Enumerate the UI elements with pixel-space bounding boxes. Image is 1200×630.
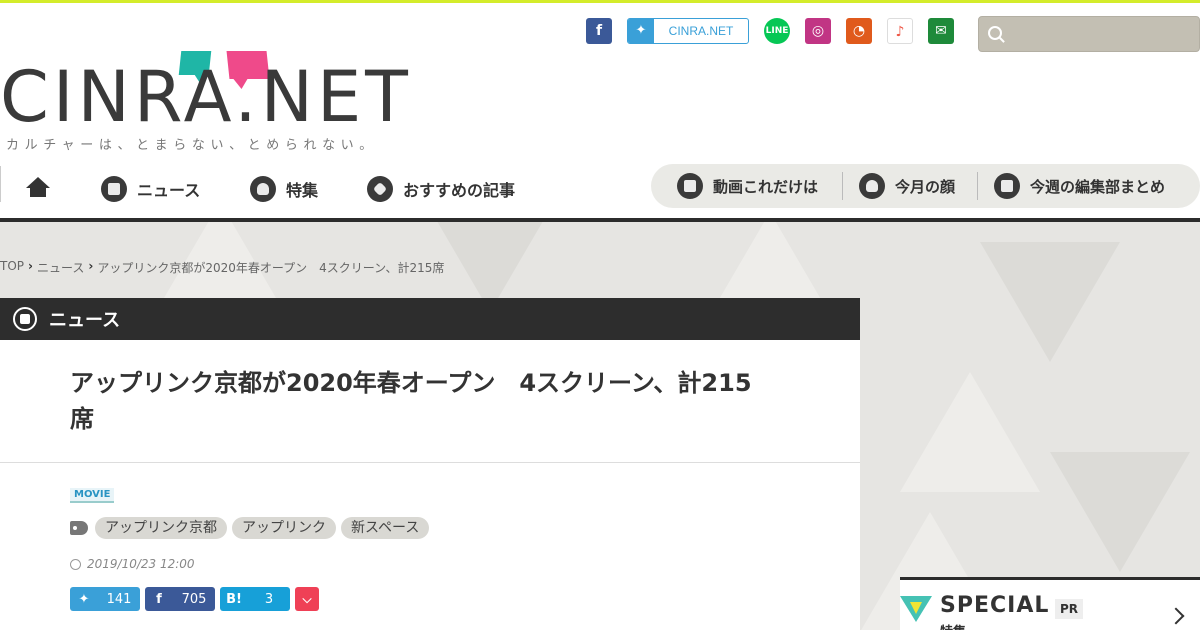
tag-item[interactable]: アップリンク xyxy=(232,517,336,539)
twitter-icon: ✦ xyxy=(78,591,90,607)
play-icon xyxy=(677,173,703,199)
nav-divider xyxy=(0,166,1,202)
news-icon xyxy=(101,176,127,202)
share-count: 3 xyxy=(264,591,274,607)
line-icon[interactable]: LINE xyxy=(764,18,790,44)
breadcrumb-top[interactable]: TOP xyxy=(0,259,24,276)
nav-item-label: おすすめの記事 xyxy=(403,181,516,200)
tag-item[interactable]: 新スペース xyxy=(341,517,430,539)
pill-divider xyxy=(977,172,978,200)
chevron-right-icon[interactable] xyxy=(1167,607,1185,625)
publish-date: 2019/10/23 12:00 xyxy=(70,557,195,571)
tag-list: アップリンク京都 アップリンク 新スペース xyxy=(70,517,434,539)
pocket-share-button[interactable]: ⌵ xyxy=(295,587,319,611)
search-icon[interactable] xyxy=(988,26,1002,40)
article-container: ニュース アップリンク京都が2020年春オープン 4スクリーン、計215席 MO… xyxy=(0,298,860,630)
pencil-icon xyxy=(994,173,1020,199)
instagram-icon[interactable]: ◎ xyxy=(805,18,831,44)
breadcrumb-current: アップリンク京都が2020年春オープン 4スクリーン、計215席 xyxy=(97,261,445,275)
nav-home[interactable] xyxy=(26,163,50,215)
nav-item-label: 特集 xyxy=(286,181,319,200)
site-tagline: カルチャーは、とまらない、とめられない。 xyxy=(6,138,378,153)
clock-icon xyxy=(70,558,81,570)
pill-item-monthly-face[interactable]: 今月の顔 xyxy=(859,164,955,208)
twitter-share-button[interactable]: ✦ 141 xyxy=(70,587,140,611)
chevron-right-icon: › xyxy=(28,259,33,273)
pr-badge: PR xyxy=(1055,599,1084,619)
recommend-icon xyxy=(367,176,393,202)
pill-item-videos[interactable]: 動画これだけは xyxy=(677,164,818,208)
special-subtitle: 特集 xyxy=(940,621,966,630)
twitter-follow-label: CINRA.NET xyxy=(668,24,734,38)
bg-triangle xyxy=(1050,452,1190,572)
bg-triangle xyxy=(980,242,1120,362)
news-icon xyxy=(13,307,37,331)
logo-text: CINRA.NET xyxy=(0,56,412,138)
pocket-icon: ⌵ xyxy=(302,591,312,606)
facebook-icon: f xyxy=(156,591,162,607)
divider xyxy=(0,462,860,463)
section-label: ニュース xyxy=(49,310,121,331)
facebook-icon[interactable]: f xyxy=(586,18,612,44)
category-badge[interactable]: MOVIE xyxy=(70,488,115,503)
share-count: 141 xyxy=(106,591,132,607)
home-icon xyxy=(26,177,50,201)
special-title: SPECIAL xyxy=(940,593,1050,618)
tag-item[interactable]: アップリンク京都 xyxy=(95,517,227,539)
mail-icon[interactable]: ✉ xyxy=(928,18,954,44)
nav-item-recommended[interactable]: おすすめの記事 xyxy=(367,163,515,215)
date-text: 2019/10/23 12:00 xyxy=(87,557,195,571)
article-title: アップリンク京都が2020年春オープン 4スクリーン、計215席 xyxy=(70,369,752,433)
hatena-icon: B! xyxy=(226,591,242,607)
nav-item-label: ニュース xyxy=(137,181,201,200)
rss-icon[interactable]: ◔ xyxy=(846,18,872,44)
hatena-share-button[interactable]: B! 3 xyxy=(220,587,290,611)
special-triangle-icon xyxy=(900,596,932,622)
search-input[interactable] xyxy=(1011,21,1193,47)
person-icon xyxy=(250,176,276,202)
section-header: ニュース xyxy=(0,298,860,340)
site-logo[interactable]: CINRA.NET xyxy=(0,51,420,137)
nav-item-features[interactable]: 特集 xyxy=(250,163,318,215)
bg-triangle xyxy=(900,372,1040,492)
pill-item-label: 動画これだけは xyxy=(713,177,819,196)
person-icon xyxy=(859,173,885,199)
tag-icon xyxy=(70,521,88,535)
share-count: 705 xyxy=(181,591,207,607)
breadcrumb-news[interactable]: ニュース xyxy=(37,259,84,276)
facebook-share-button[interactable]: f 705 xyxy=(145,587,215,611)
twitter-icon: ✦ xyxy=(628,19,654,43)
special-section[interactable]: SPECIAL PR 特集 xyxy=(900,577,1200,630)
apple-music-icon[interactable]: ♪ xyxy=(887,18,913,44)
breadcrumb: TOP › ニュース › アップリンク京都が2020年春オープン 4スクリーン、… xyxy=(0,259,448,276)
pill-item-weekly-summary[interactable]: 今週の編集部まとめ xyxy=(994,164,1165,208)
chevron-right-icon: › xyxy=(88,259,94,273)
featured-nav: 動画これだけは 今月の顔 今週の編集部まとめ xyxy=(651,164,1200,208)
twitter-follow-button[interactable]: ✦ CINRA.NET xyxy=(627,18,749,44)
pill-item-label: 今週の編集部まとめ xyxy=(1030,177,1166,196)
pill-divider xyxy=(842,172,843,200)
main-nav: ニュース 特集 おすすめの記事 xyxy=(0,163,640,215)
nav-item-news[interactable]: ニュース xyxy=(101,163,200,215)
pill-item-label: 今月の顔 xyxy=(895,177,956,196)
search-box xyxy=(978,16,1200,52)
